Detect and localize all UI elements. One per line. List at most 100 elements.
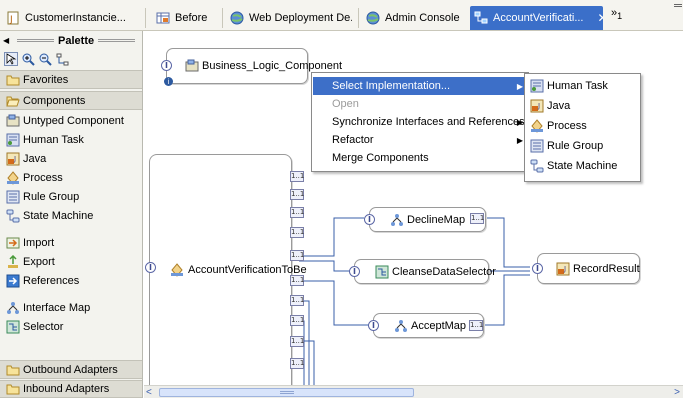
tab-label: Before (175, 12, 208, 24)
reference-port[interactable]: 1..1 (290, 207, 304, 218)
palette-item-selector[interactable]: Selector (0, 317, 142, 336)
tab-admin-console[interactable]: Admin Console (362, 7, 462, 29)
submenu-item-rule-group[interactable]: Rule Group (526, 136, 640, 156)
palette-item-label: Untyped Component (23, 114, 124, 127)
palette-item-untyped-component[interactable]: Untyped Component (0, 111, 142, 130)
component-label: Business_Logic_Component (202, 60, 343, 72)
palette-item-process[interactable]: Process (0, 168, 142, 187)
wire (299, 320, 305, 385)
tab-web-deployment[interactable]: Web Deployment De... (226, 7, 352, 29)
palette-item-label: Java (23, 152, 47, 165)
svg-text:J: J (563, 265, 566, 273)
java-icon: J (556, 262, 570, 276)
horizontal-scrollbar[interactable]: < > (144, 385, 683, 398)
menu-item-open[interactable]: Open (313, 95, 527, 113)
drawer-components[interactable]: Components (0, 91, 142, 110)
menu-item-synchronize-interfaces[interactable]: Synchronize Interfaces and References...… (313, 113, 534, 131)
component-accept-map[interactable]: I AcceptMap (368, 313, 484, 338)
selector-icon (375, 265, 389, 279)
menu-item-label: Refactor (332, 134, 374, 146)
select-implementation-submenu: Human Task J Java Process Rule Group Sta… (524, 73, 641, 182)
component-account-verification[interactable]: I AccountVerificationToBe (145, 154, 307, 385)
reference-port[interactable]: 1..1 (469, 320, 483, 331)
svg-text:J: J (9, 15, 13, 25)
interface-icon[interactable]: I (349, 266, 360, 277)
component-decline-map[interactable]: I DeclineMap (364, 207, 486, 232)
palette-header[interactable]: ◀ Palette (3, 34, 139, 47)
menu-item-refactor[interactable]: Refactor ▶ (313, 131, 527, 149)
submenu-item-label: Process (547, 120, 587, 132)
scroll-left-icon[interactable]: < (146, 387, 152, 398)
submenu-item-process[interactable]: Process (526, 116, 640, 136)
folder-icon (6, 363, 20, 377)
reference-port[interactable]: 1..1 (290, 227, 304, 238)
palette-item-rule-group[interactable]: Rule Group (0, 187, 142, 206)
submenu-item-label: Human Task (547, 80, 608, 92)
menu-item-label: Open (332, 98, 359, 110)
process-icon (6, 170, 20, 185)
submenu-item-java[interactable]: J Java (526, 96, 640, 116)
tab-separator (358, 8, 359, 28)
drawer-favorites[interactable]: Favorites (0, 70, 142, 89)
reference-port[interactable]: 1..1 (290, 250, 304, 261)
component-label: CleanseDataSelector (392, 265, 496, 278)
interface-map-icon (6, 301, 20, 315)
header-rule (17, 39, 55, 42)
tab-overflow-button[interactable]: »1 (611, 7, 622, 21)
tab-label: Web Deployment De... (249, 12, 352, 24)
tab-account-verification[interactable]: AccountVerificati... ✕ (470, 6, 603, 30)
palette-item-export[interactable]: Export (0, 252, 142, 271)
close-icon[interactable]: ✕ (598, 11, 604, 25)
untyped-component-icon (185, 59, 199, 73)
menu-item-label: Select Implementation... (332, 80, 451, 92)
reference-port[interactable]: 1..1 (290, 275, 304, 286)
tab-customer-instance[interactable]: J CustomerInstancie... (2, 7, 140, 29)
reference-port[interactable]: 1..1 (290, 171, 304, 182)
palette-item-interface-map[interactable]: Interface Map (0, 298, 142, 317)
tab-label: CustomerInstancie... (25, 12, 126, 24)
reference-port[interactable]: 1..1 (470, 213, 484, 224)
minimize-icon[interactable] (674, 4, 682, 7)
drawer-outbound-adapters[interactable]: Outbound Adapters (0, 360, 142, 379)
interface-icon[interactable]: I (161, 60, 172, 71)
menu-item-label: Merge Components (332, 152, 429, 164)
submenu-item-human-task[interactable]: Human Task (526, 76, 640, 96)
scroll-right-icon[interactable]: > (674, 387, 680, 398)
reference-port[interactable]: 1..1 (290, 336, 304, 347)
reference-port[interactable]: 1..1 (290, 358, 304, 369)
wire-tool-icon[interactable] (55, 52, 69, 66)
palette-item-import[interactable]: Import (0, 233, 142, 252)
zoom-out-icon[interactable] (38, 52, 52, 66)
java-icon: J (6, 152, 20, 166)
reference-port[interactable]: 1..1 (290, 295, 304, 306)
tab-label: Admin Console (385, 12, 460, 24)
interface-icon[interactable]: I (532, 263, 543, 274)
palette-item-java[interactable]: J Java (0, 149, 142, 168)
collapse-arrow-icon[interactable]: ◀ (3, 36, 9, 45)
state-machine-icon (530, 159, 544, 173)
interface-icon[interactable]: I (145, 262, 156, 273)
submenu-item-state-machine[interactable]: State Machine (526, 156, 640, 176)
palette-item-references[interactable]: References (0, 271, 142, 290)
reference-port[interactable]: 1..1 (290, 315, 304, 326)
component-business-logic[interactable]: I Business_Logic_Component (161, 48, 342, 84)
drawer-inbound-adapters[interactable]: Inbound Adapters (0, 380, 142, 398)
palette-item-state-machine[interactable]: State Machine (0, 206, 142, 225)
scrollbar-thumb[interactable] (159, 388, 414, 397)
folder-icon (6, 73, 20, 87)
submenu-arrow-icon: ▶ (516, 117, 523, 127)
reference-port[interactable]: 1..1 (290, 189, 304, 200)
interface-icon[interactable]: I (364, 214, 375, 225)
interface-icon[interactable]: I (368, 320, 379, 331)
component-cleanse-data-selector[interactable]: I CleanseDataSelector (349, 259, 496, 284)
palette-toolbar (4, 51, 69, 67)
zoom-in-icon[interactable] (21, 52, 35, 66)
select-arrow-icon[interactable] (4, 52, 18, 66)
drawer-label: Components (23, 94, 86, 107)
component-record-result[interactable]: I J RecordResult (532, 253, 640, 284)
palette-item-human-task[interactable]: Human Task (0, 130, 142, 149)
menu-item-select-implementation[interactable]: Select Implementation... ▶ (313, 77, 527, 95)
tab-before[interactable]: Before (152, 7, 222, 29)
menu-item-merge-components[interactable]: Merge Components (313, 149, 527, 167)
submenu-item-label: State Machine (547, 160, 618, 172)
